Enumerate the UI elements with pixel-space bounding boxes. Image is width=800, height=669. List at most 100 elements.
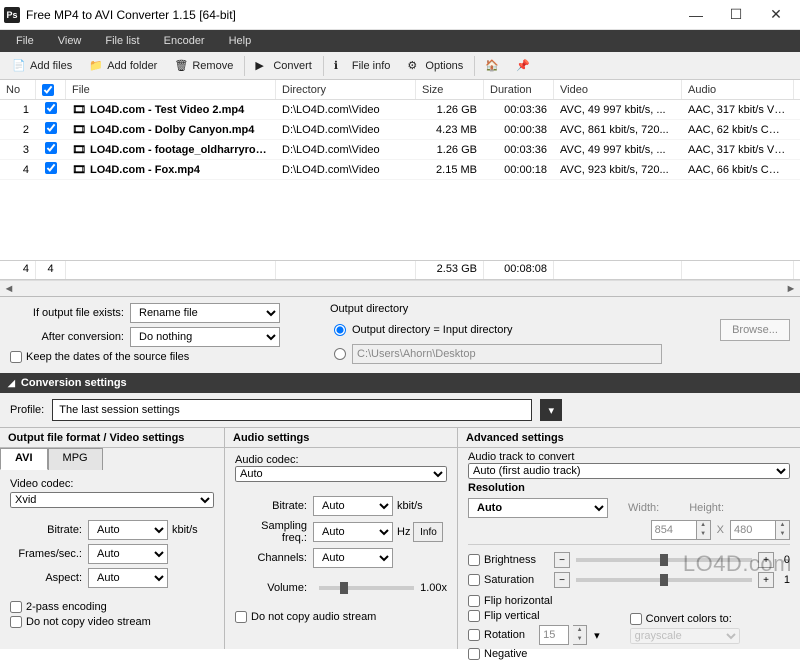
outdir-custom-radio[interactable] (334, 348, 346, 360)
outdir-custom-input[interactable] (352, 344, 662, 364)
channels-select[interactable]: Auto (313, 548, 393, 568)
height-spinner[interactable]: ▲▼ (776, 520, 790, 540)
brightness-minus[interactable]: − (554, 552, 570, 568)
table-header: No File Directory Size Duration Video Au… (0, 80, 800, 100)
cell-vid: AVC, 49 997 kbit/s, ... (554, 144, 682, 156)
convert-colors-check[interactable] (630, 613, 642, 625)
menu-view[interactable]: View (48, 33, 92, 49)
brightness-check[interactable] (468, 554, 480, 566)
audio-track-select[interactable]: Auto (first audio track) (468, 463, 790, 479)
toolbar: 📄Add files 📁Add folder 🗑Remove ▶Convert … (0, 52, 800, 80)
info-button[interactable]: Info (413, 522, 443, 542)
browse-button[interactable]: Browse... (720, 319, 790, 341)
menu-encoder[interactable]: Encoder (154, 33, 215, 49)
saturation-minus[interactable]: − (554, 572, 570, 588)
cell-file: 🎞LO4D.com - footage_oldharryrocks.mp4 (66, 143, 276, 156)
cell-vid: AVC, 49 997 kbit/s, ... (554, 104, 682, 116)
add-folder-button[interactable]: 📁Add folder (81, 56, 166, 76)
check-all[interactable] (42, 84, 54, 96)
row-checkbox[interactable] (45, 162, 57, 174)
width-label: Width: (628, 502, 659, 514)
table-row[interactable]: 2🎞LO4D.com - Dolby Canyon.mp4D:\LO4D.com… (0, 120, 800, 140)
convert-button[interactable]: ▶Convert (247, 56, 321, 76)
cell-check[interactable] (36, 102, 66, 117)
audio-bitrate-select[interactable]: Auto (313, 496, 393, 516)
row-checkbox[interactable] (45, 122, 57, 134)
fps-select[interactable]: Auto (88, 544, 168, 564)
menu-file[interactable]: File (6, 33, 44, 49)
profile-label: Profile: (10, 404, 44, 416)
cell-check[interactable] (36, 122, 66, 137)
close-button[interactable]: ✕ (756, 1, 796, 29)
height-input[interactable]: 480 (730, 520, 776, 540)
col-header-check[interactable] (36, 80, 66, 99)
keep-dates-check[interactable] (10, 351, 22, 363)
footer-duration: 00:08:08 (484, 261, 554, 279)
twopass-check[interactable] (10, 601, 22, 613)
file-info-button[interactable]: ℹFile info (326, 56, 400, 76)
col-header-video[interactable]: Video (554, 80, 682, 99)
advanced-header: Advanced settings (458, 428, 800, 448)
table-row[interactable]: 4🎞LO4D.com - Fox.mp4D:\LO4D.com\Video2.1… (0, 160, 800, 180)
freq-select[interactable]: Auto (313, 522, 393, 542)
table-row[interactable]: 3🎞LO4D.com - footage_oldharryrocks.mp4D:… (0, 140, 800, 160)
options-label: Options (425, 60, 463, 72)
after-select[interactable]: Do nothing (130, 327, 280, 347)
col-header-no[interactable]: No (0, 80, 36, 99)
profile-dropdown-button[interactable]: ▾ (540, 399, 562, 421)
tab-avi[interactable]: AVI (0, 448, 48, 470)
col-header-audio[interactable]: Audio (682, 80, 794, 99)
file-info-icon: ℹ (334, 59, 348, 73)
remove-button[interactable]: 🗑Remove (166, 56, 242, 76)
home-button[interactable]: 🏠 (477, 56, 508, 76)
saturation-slider[interactable] (576, 578, 752, 582)
no-video-check[interactable] (10, 616, 22, 628)
menu-help[interactable]: Help (219, 33, 262, 49)
add-files-button[interactable]: 📄Add files (4, 56, 81, 76)
col-header-size[interactable]: Size (416, 80, 484, 99)
exists-select[interactable]: Rename file (130, 303, 280, 323)
maximize-button[interactable]: ☐ (716, 1, 756, 29)
col-header-file[interactable]: File (66, 80, 276, 99)
convert-colors-select[interactable]: grayscale (630, 628, 740, 644)
video-codec-select[interactable]: Xvid (10, 492, 214, 508)
tab-mpg[interactable]: MPG (48, 448, 103, 470)
row-checkbox[interactable] (45, 102, 57, 114)
saturation-label: Saturation (480, 574, 554, 586)
options-button[interactable]: ⚙Options (399, 56, 472, 76)
scroll-left-icon[interactable]: ◄ (2, 282, 16, 296)
rotation-spinner[interactable]: ▲▼ (573, 625, 587, 645)
remove-label: Remove (192, 60, 233, 72)
pin-button[interactable]: 📌 (508, 56, 539, 76)
horizontal-scrollbar[interactable]: ◄ ► (0, 280, 800, 296)
minimize-button[interactable]: — (676, 1, 716, 29)
volume-slider[interactable] (319, 586, 414, 590)
negative-check[interactable] (468, 648, 480, 660)
rotation-check[interactable] (468, 629, 480, 641)
scroll-right-icon[interactable]: ► (784, 282, 798, 296)
col-header-directory[interactable]: Directory (276, 80, 416, 99)
col-header-duration[interactable]: Duration (484, 80, 554, 99)
resolution-select[interactable]: Auto (468, 498, 608, 518)
table-row[interactable]: 1🎞LO4D.com - Test Video 2.mp4D:\LO4D.com… (0, 100, 800, 120)
row-checkbox[interactable] (45, 142, 57, 154)
flip-h-check[interactable] (468, 595, 480, 607)
cell-file: 🎞LO4D.com - Test Video 2.mp4 (66, 103, 276, 116)
outdir-same-radio[interactable] (334, 324, 346, 336)
flip-v-check[interactable] (468, 610, 480, 622)
width-spinner[interactable]: ▲▼ (697, 520, 711, 540)
convert-colors-label: Convert colors to: (646, 613, 732, 625)
saturation-check[interactable] (468, 574, 480, 586)
cell-check[interactable] (36, 142, 66, 157)
cell-check[interactable] (36, 162, 66, 177)
audio-codec-select[interactable]: Auto (235, 466, 447, 482)
cell-file: 🎞LO4D.com - Dolby Canyon.mp4 (66, 123, 276, 136)
cell-no: 2 (0, 124, 36, 136)
rotation-input[interactable]: 15 (539, 625, 569, 645)
menu-file-list[interactable]: File list (95, 33, 149, 49)
aspect-select[interactable]: Auto (88, 568, 168, 588)
video-bitrate-select[interactable]: Auto (88, 520, 168, 540)
profile-select[interactable]: The last session settings (52, 399, 532, 421)
conversion-settings-header[interactable]: ◢ Conversion settings (0, 373, 800, 393)
width-input[interactable]: 854 (651, 520, 697, 540)
